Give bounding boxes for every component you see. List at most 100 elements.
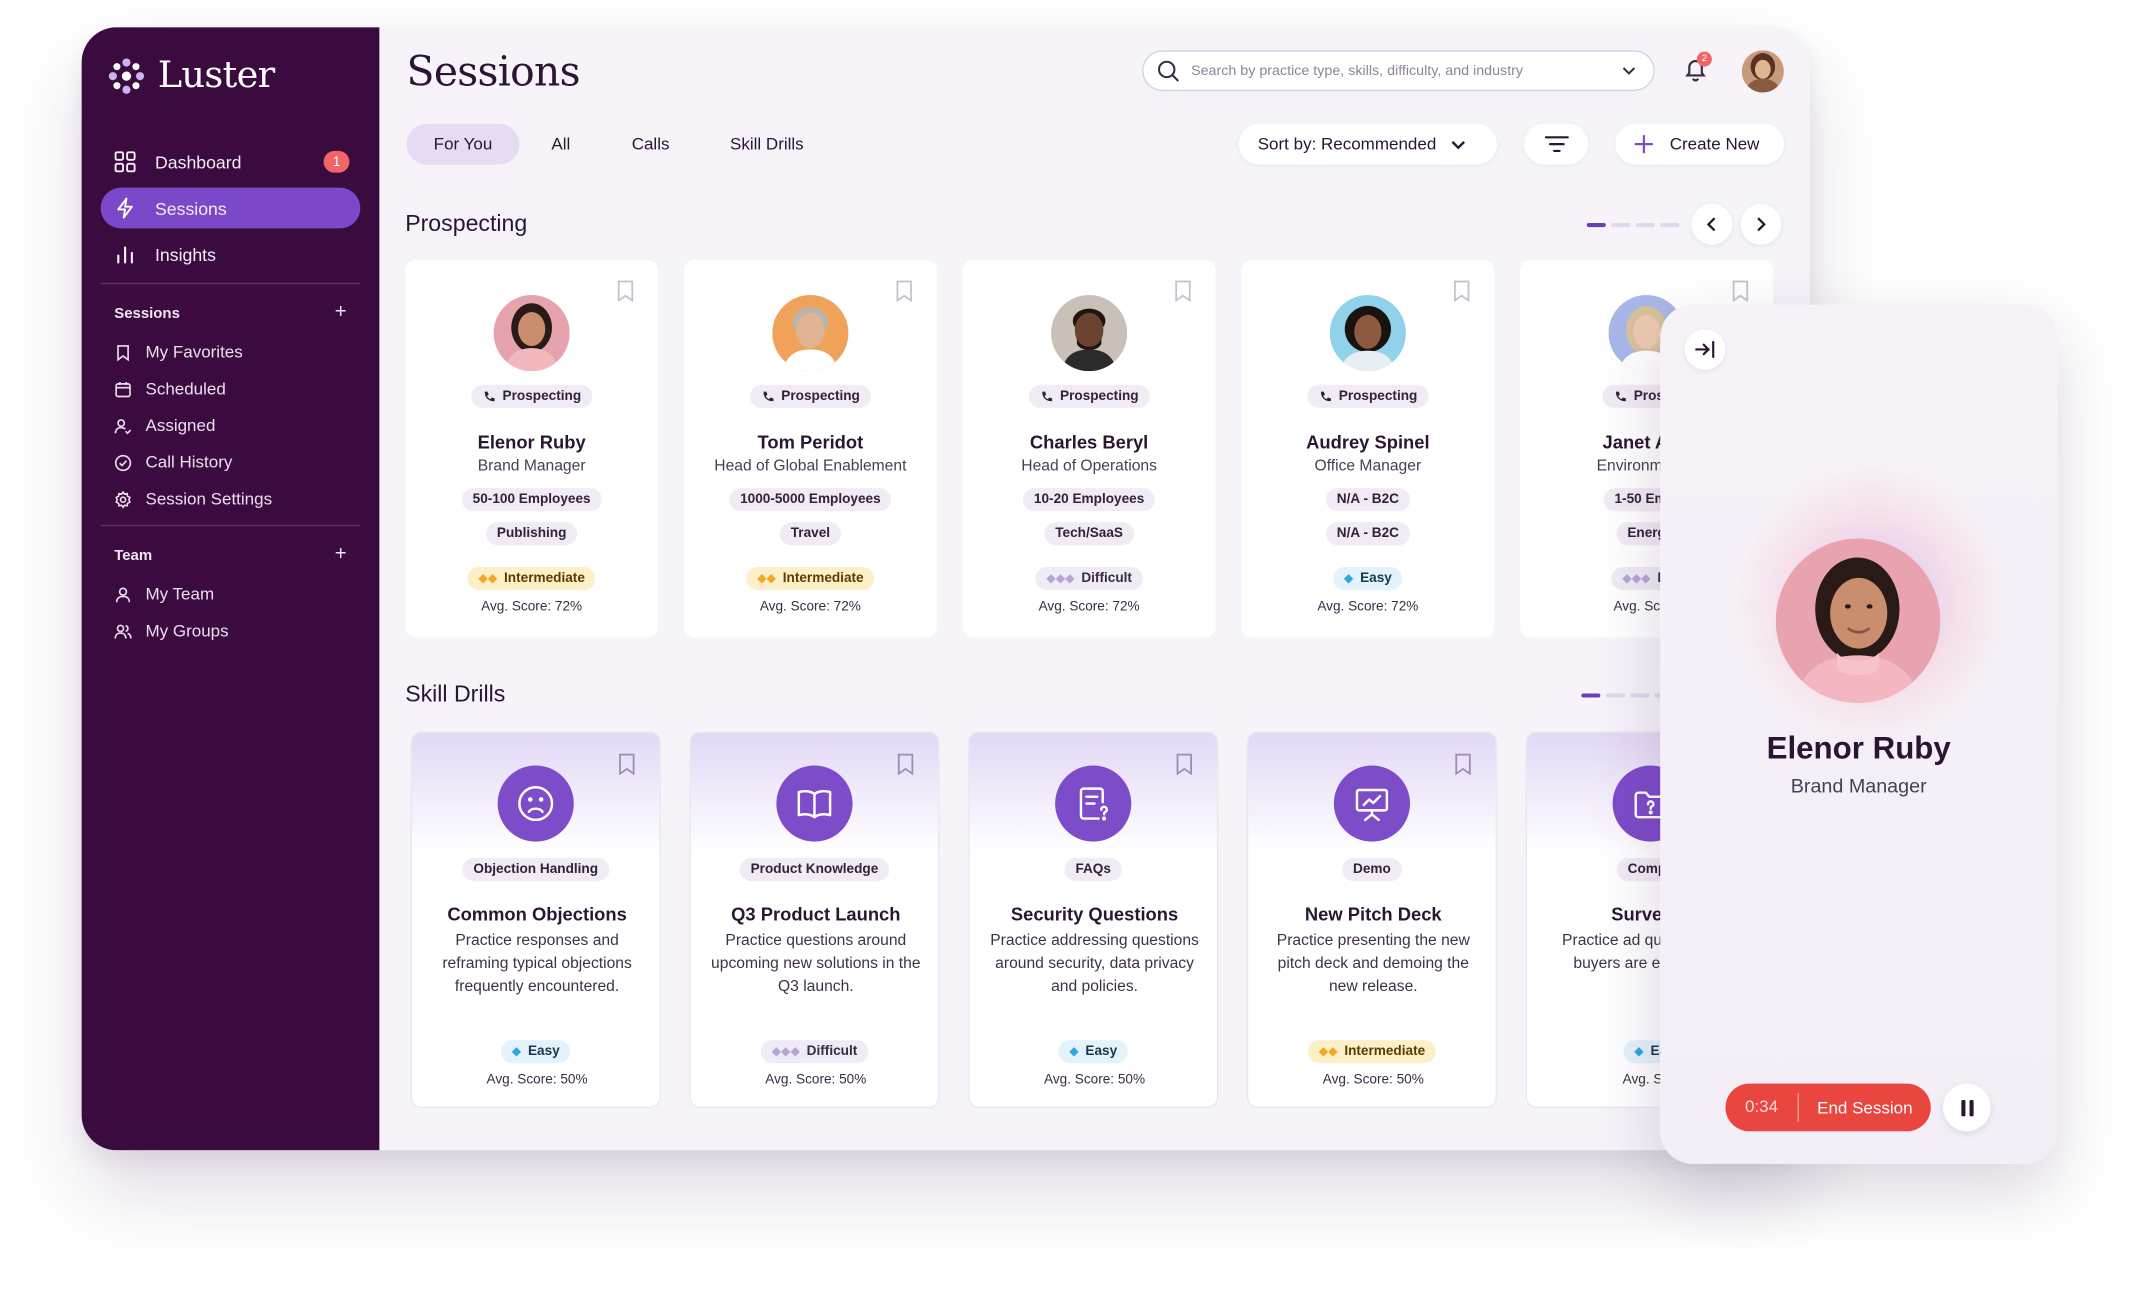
sidebar-item-label: Session Settings (145, 489, 273, 509)
bookmark-icon (117, 344, 129, 361)
persona-card[interactable]: Prospecting Audrey Spinel Office Manager… (1241, 259, 1495, 638)
bookmark-icon[interactable] (895, 280, 914, 302)
sidebar-item-label: My Favorites (145, 342, 243, 362)
nav-dashboard[interactable]: Dashboard 1 (101, 141, 361, 182)
chip-label: Prospecting (781, 388, 860, 404)
skill-drill-card[interactable]: Demo New Pitch Deck Practice presenting … (1246, 731, 1498, 1109)
collapse-panel-button[interactable] (1684, 329, 1726, 370)
main-content: Sessions Search by practice type, skills… (379, 27, 1809, 1150)
nav-sessions[interactable]: Sessions (100, 187, 361, 229)
difficulty-badge: ◆ Easy (500, 1040, 571, 1064)
skill-drill-card[interactable]: Product Knowledge Q3 Product Launch Prac… (689, 731, 940, 1109)
add-team-button[interactable]: + (335, 543, 347, 566)
carousel-dot (1611, 222, 1631, 228)
skill-drill-card[interactable]: Objection Handling Common Objections Pra… (410, 731, 661, 1109)
drill-name: Common Objections (447, 904, 627, 925)
user-avatar[interactable] (1741, 50, 1784, 93)
presentation-icon (1333, 765, 1411, 842)
category-chip: Demo (1342, 857, 1402, 882)
search-field[interactable]: Search by practice type, skills, difficu… (1142, 50, 1655, 92)
persona-card[interactable]: Prospecting Charles Beryl Head of Operat… (962, 259, 1216, 638)
carousel-prev-button[interactable] (1691, 203, 1733, 245)
difficulty-label: Easy (1360, 571, 1392, 587)
search-icon (1158, 60, 1180, 82)
bookmark-icon[interactable] (896, 753, 915, 776)
sidebar-item-my-team[interactable]: My Team (114, 585, 214, 604)
pause-button[interactable] (1943, 1083, 1991, 1132)
category-chip: Prospecting (1307, 384, 1429, 408)
phone-icon (1042, 390, 1053, 401)
sidebar-item-call-history[interactable]: Call History (114, 453, 232, 472)
bookmark-icon[interactable] (1452, 280, 1471, 302)
tab-all[interactable]: All (526, 124, 595, 165)
category-chip: Prospecting (471, 384, 593, 408)
avg-score: Avg. Score: 72% (1038, 599, 1140, 615)
add-session-button[interactable]: + (335, 300, 347, 323)
industry-chip: Travel (779, 522, 841, 546)
divider (100, 524, 361, 527)
phone-icon (1321, 390, 1331, 401)
notifications-button[interactable]: 2 (1682, 51, 1712, 90)
sidebar-item-my-groups[interactable]: My Groups (114, 621, 229, 641)
bookmark-icon[interactable] (1173, 280, 1192, 302)
sidebar-item-favorites[interactable]: My Favorites (114, 343, 243, 362)
company-size-chip: 50-100 Employees (461, 488, 602, 512)
tab-skill-drills[interactable]: Skill Drills (706, 124, 828, 165)
users-icon (114, 623, 132, 638)
tab-calls[interactable]: Calls (611, 124, 691, 165)
sidebar-item-session-settings[interactable]: Session Settings (114, 489, 273, 509)
carousel-dot (1581, 693, 1601, 698)
persona-card[interactable]: Prospecting Tom Peridot Head of Global E… (683, 259, 937, 638)
bookmark-icon[interactable] (1175, 753, 1194, 776)
avg-score: Avg. Score: 72% (1317, 599, 1419, 615)
nav-insights[interactable]: Insights (101, 234, 361, 275)
sidebar-item-assigned[interactable]: Assigned (114, 416, 215, 435)
carousel-dot (1586, 222, 1606, 228)
sidebar-item-scheduled[interactable]: Scheduled (114, 379, 226, 398)
diamond-icon: ◆ (1343, 571, 1354, 585)
carousel-dot (1605, 693, 1625, 698)
user-check-icon (114, 418, 132, 434)
chevron-down-icon[interactable] (1621, 63, 1637, 79)
bolt-icon (117, 197, 133, 219)
industry-chip: Publishing (486, 522, 578, 546)
tab-for-you[interactable]: For You (406, 123, 520, 165)
bookmark-icon[interactable] (1731, 280, 1750, 302)
carousel-dot (1660, 222, 1680, 228)
persona-card[interactable]: Prospecting Elenor Ruby Brand Manager 50… (405, 259, 659, 638)
bookmark-icon[interactable] (616, 280, 635, 302)
sidebar: Luster Dashboard 1 Sessions Insights Ses… (81, 27, 380, 1151)
avg-score: Avg. Score: 50% (1044, 1072, 1146, 1088)
chip-label: Prospecting (502, 388, 582, 404)
create-new-button[interactable]: Create New (1615, 123, 1784, 165)
gear-icon (115, 490, 131, 508)
diamond-icon: ◆◆◆ (1046, 571, 1075, 585)
chevron-right-icon (1757, 217, 1766, 232)
sort-dropdown[interactable]: Sort by: Recommended (1238, 123, 1498, 165)
notification-count-badge: 2 (1696, 51, 1712, 67)
sidebar-item-label: My Groups (145, 621, 229, 641)
phone-icon (763, 390, 774, 401)
persona-avatar (493, 295, 570, 372)
search-input[interactable]: Search by practice type, skills, difficu… (1191, 63, 1610, 79)
filter-icon (1544, 136, 1569, 153)
persona-avatar (772, 295, 849, 372)
avg-score: Avg. Score: 50% (765, 1072, 867, 1088)
difficulty-badge: ◆◆ Intermediate (467, 566, 596, 591)
session-persona-avatar (1775, 538, 1941, 703)
bookmark-icon[interactable] (617, 753, 636, 776)
phone-icon (1616, 390, 1626, 401)
persona-role: Head of Global Enablement (714, 458, 907, 475)
logo[interactable]: Luster (106, 54, 275, 97)
filter-button[interactable] (1524, 123, 1589, 165)
app-window: Luster Dashboard 1 Sessions Insights Ses… (81, 27, 1810, 1151)
category-chip: Product Knowledge (739, 857, 890, 882)
skill-drill-card[interactable]: FAQs Security Questions Practice address… (968, 731, 1219, 1109)
end-session-button[interactable]: 0:34 End Session (1725, 1083, 1931, 1132)
user-icon (115, 586, 131, 602)
sort-label: Sort by: Recommended (1257, 134, 1437, 154)
bookmark-icon[interactable] (1454, 753, 1473, 776)
luster-logo-icon (108, 57, 145, 94)
session-persona-name: Elenor Ruby (1766, 730, 1951, 766)
carousel-next-button[interactable] (1740, 203, 1782, 245)
